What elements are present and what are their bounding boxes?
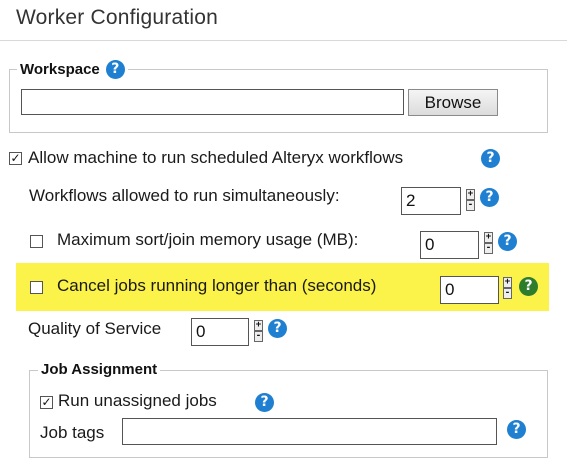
simultaneous-input[interactable]: 2 [401,187,461,215]
simultaneous-help-icon[interactable]: ? [480,188,499,207]
max-memory-help-icon[interactable]: ? [498,232,517,251]
simultaneous-label: Workflows allowed to run simultaneously: [29,186,340,205]
quality-label: Quality of Service [28,319,162,338]
cancel-jobs-checkbox[interactable] [30,281,43,294]
simultaneous-decrement[interactable]: - [466,200,475,211]
cancel-jobs-input[interactable]: 0 [440,276,499,304]
quality-spinner[interactable]: + - [254,320,263,342]
quality-help-icon[interactable]: ? [268,319,287,338]
workspace-legend: Workspace ? [17,60,128,79]
job-assignment-legend: Job Assignment [38,361,161,378]
max-memory-spinner[interactable]: + - [484,232,493,254]
cancel-jobs-increment[interactable]: + [503,277,512,288]
workspace-legend-label: Workspace [17,61,103,78]
max-memory-input[interactable]: 0 [420,231,479,259]
workspace-help-icon[interactable]: ? [105,60,125,79]
max-memory-decrement[interactable]: - [484,243,493,254]
cancel-jobs-decrement[interactable]: - [503,288,512,299]
max-memory-label: Maximum sort/join memory usage (MB): [57,230,359,249]
cancel-jobs-spinner[interactable]: + - [503,277,512,299]
allow-scheduled-label: Allow machine to run scheduled Alteryx w… [28,148,404,167]
run-unassigned-checkbox[interactable]: ✓ [40,396,53,409]
simultaneous-spinner[interactable]: + - [466,189,475,211]
allow-scheduled-checkbox[interactable]: ✓ [9,152,22,165]
job-tags-input[interactable] [122,418,497,445]
workspace-path-input[interactable] [21,89,404,115]
simultaneous-increment[interactable]: + [466,189,475,200]
title-divider [0,40,567,41]
page-title: Worker Configuration [16,6,219,29]
allow-scheduled-help-icon[interactable]: ? [481,149,500,168]
run-unassigned-help-icon[interactable]: ? [255,393,274,412]
cancel-jobs-label: Cancel jobs running longer than (seconds… [57,276,377,295]
job-tags-help-icon[interactable]: ? [507,420,526,439]
max-memory-checkbox[interactable] [30,235,43,248]
job-tags-label: Job tags [40,423,105,442]
quality-decrement[interactable]: - [254,331,263,342]
browse-button[interactable]: Browse [408,89,498,116]
quality-input[interactable]: 0 [191,318,249,346]
cancel-jobs-help-icon[interactable]: ? [519,277,538,296]
quality-increment[interactable]: + [254,320,263,331]
run-unassigned-label: Run unassigned jobs [58,391,217,410]
max-memory-increment[interactable]: + [484,232,493,243]
